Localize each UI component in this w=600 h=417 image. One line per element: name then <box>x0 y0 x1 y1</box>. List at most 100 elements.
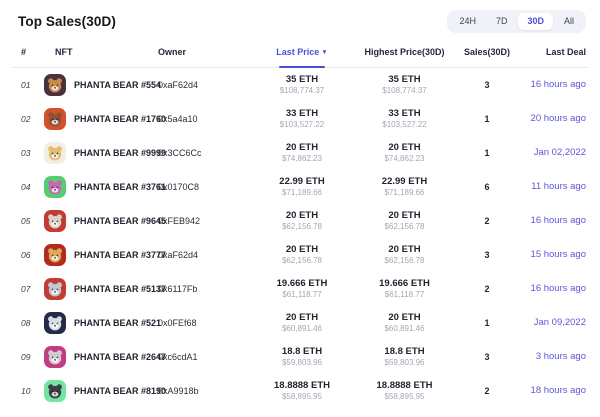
table-header-row: # NFT Owner Last Price▼ Highest Price(30… <box>12 37 588 68</box>
column-header-last-price[interactable]: Last Price▼ <box>252 47 352 58</box>
table-row[interactable]: 01 PHANTA BEAR #554 0xaF62d4 35 ETH $108… <box>12 68 588 102</box>
rank-cell: 01 <box>12 80 42 90</box>
nft-cell: PHANTA BEAR #1760 <box>42 108 154 130</box>
nft-avatar <box>44 74 66 96</box>
nft-name: PHANTA BEAR #3777 <box>74 250 166 260</box>
last-deal-link[interactable]: 18 hours ago <box>517 385 588 396</box>
last-deal-link[interactable]: 16 hours ago <box>517 215 588 226</box>
last-price-eth: 18.8 ETH <box>252 346 352 358</box>
rank-cell: 04 <box>12 182 42 192</box>
nft-name: PHANTA BEAR #2647 <box>74 352 166 362</box>
last-deal-link[interactable]: 16 hours ago <box>517 79 588 90</box>
filter-button-30d[interactable]: 30D <box>518 13 553 30</box>
rank-cell: 06 <box>12 250 42 260</box>
owner-cell: 0xA9918b <box>154 386 252 396</box>
last-price-usd: $62,156.78 <box>252 222 352 232</box>
top-sales-table: # NFT Owner Last Price▼ Highest Price(30… <box>12 37 588 408</box>
rank-cell: 05 <box>12 216 42 226</box>
highest-price-cell: 19.666 ETH $61,118.77 <box>352 278 457 300</box>
last-deal-link[interactable]: 20 hours ago <box>517 113 588 124</box>
rank-cell: 03 <box>12 148 42 158</box>
column-header-owner: Owner <box>154 47 252 58</box>
column-header-highest-price: Highest Price(30D) <box>352 47 457 58</box>
highest-price-eth: 35 ETH <box>352 74 457 86</box>
table-row[interactable]: 06 PHANTA BEAR #3777 0xaF62d4 20 ETH $62… <box>12 238 588 272</box>
last-price-cell: 18.8888 ETH $58,895.95 <box>252 380 352 402</box>
nft-name: PHANTA BEAR #8190 <box>74 386 166 396</box>
nft-avatar <box>44 380 66 402</box>
table-row[interactable]: 08 PHANTA BEAR #521 0x0FEf68 20 ETH $60,… <box>12 306 588 340</box>
last-deal-link[interactable]: 15 hours ago <box>517 249 588 260</box>
table-row[interactable]: 04 PHANTA BEAR #3761 0x0170C8 22.99 ETH … <box>12 170 588 204</box>
topbar: Top Sales(30D) 24H7D30DAll <box>12 0 588 37</box>
last-deal-link[interactable]: Jan 09,2022 <box>517 317 588 328</box>
highest-price-usd: $58,895.95 <box>352 392 457 402</box>
owner-cell: 0xaF62d4 <box>154 250 252 260</box>
nft-avatar <box>44 176 66 198</box>
highest-price-cell: 20 ETH $60,891.46 <box>352 312 457 334</box>
owner-cell: 0xFEB942 <box>154 216 252 226</box>
sales-cell: 2 <box>457 386 517 396</box>
highest-price-eth: 33 ETH <box>352 108 457 120</box>
last-deal-link[interactable]: 11 hours ago <box>517 181 588 192</box>
highest-price-usd: $62,156.78 <box>352 222 457 232</box>
sales-cell: 1 <box>457 148 517 158</box>
nft-name: PHANTA BEAR #9999 <box>74 148 166 158</box>
last-price-cell: 19.666 ETH $61,118.77 <box>252 278 352 300</box>
highest-price-cell: 18.8 ETH $59,803.96 <box>352 346 457 368</box>
highest-price-usd: $59,803.96 <box>352 358 457 368</box>
last-price-eth: 22.99 ETH <box>252 176 352 188</box>
last-price-usd: $61,118.77 <box>252 290 352 300</box>
table-row[interactable]: 05 PHANTA BEAR #9645 0xFEB942 20 ETH $62… <box>12 204 588 238</box>
highest-price-usd: $103,527.22 <box>352 120 457 130</box>
last-price-eth: 19.666 ETH <box>252 278 352 290</box>
table-row[interactable]: 10 PHANTA BEAR #8190 0xA9918b 18.8888 ET… <box>12 374 588 408</box>
nft-name: PHANTA BEAR #5137 <box>74 284 166 294</box>
time-range-filter-group: 24H7D30DAll <box>447 10 586 33</box>
highest-price-usd: $61,118.77 <box>352 290 457 300</box>
nft-cell: PHANTA BEAR #3761 <box>42 176 154 198</box>
table-row[interactable]: 02 PHANTA BEAR #1760 0x5a4a10 33 ETH $10… <box>12 102 588 136</box>
highest-price-eth: 18.8 ETH <box>352 346 457 358</box>
owner-cell: 0xc6cdA1 <box>154 352 252 362</box>
last-price-cell: 22.99 ETH $71,189.66 <box>252 176 352 198</box>
filter-button-all[interactable]: All <box>555 13 583 30</box>
sort-desc-icon: ▼ <box>321 49 327 56</box>
last-deal-link[interactable]: 16 hours ago <box>517 283 588 294</box>
nft-name: PHANTA BEAR #3761 <box>74 182 166 192</box>
rank-cell: 02 <box>12 114 42 124</box>
last-price-eth: 33 ETH <box>252 108 352 120</box>
nft-avatar <box>44 278 66 300</box>
highest-price-cell: 33 ETH $103,527.22 <box>352 108 457 130</box>
owner-cell: 0xaF62d4 <box>154 80 252 90</box>
last-price-cell: 33 ETH $103,527.22 <box>252 108 352 130</box>
nft-cell: PHANTA BEAR #8190 <box>42 380 154 402</box>
rank-cell: 07 <box>12 284 42 294</box>
owner-cell: 0x6117Fb <box>154 284 252 294</box>
nft-avatar <box>44 312 66 334</box>
highest-price-usd: $71,189.66 <box>352 188 457 198</box>
nft-cell: PHANTA BEAR #3777 <box>42 244 154 266</box>
highest-price-eth: 22.99 ETH <box>352 176 457 188</box>
rank-cell: 10 <box>12 386 42 396</box>
last-deal-link[interactable]: Jan 02,2022 <box>517 147 588 158</box>
last-price-usd: $71,189.66 <box>252 188 352 198</box>
column-header-sales: Sales(30D) <box>457 47 517 58</box>
table-row[interactable]: 03 PHANTA BEAR #9999 0x3CC6Cc 20 ETH $74… <box>12 136 588 170</box>
rank-cell: 08 <box>12 318 42 328</box>
table-row[interactable]: 09 PHANTA BEAR #2647 0xc6cdA1 18.8 ETH $… <box>12 340 588 374</box>
last-price-usd: $58,895.95 <box>252 392 352 402</box>
last-price-usd: $60,891.46 <box>252 324 352 334</box>
table-row[interactable]: 07 PHANTA BEAR #5137 0x6117Fb 19.666 ETH… <box>12 272 588 306</box>
sales-cell: 3 <box>457 352 517 362</box>
owner-cell: 0x0FEf68 <box>154 318 252 328</box>
nft-cell: PHANTA BEAR #9999 <box>42 142 154 164</box>
last-deal-link[interactable]: 3 hours ago <box>517 351 588 362</box>
last-price-usd: $108,774.37 <box>252 86 352 96</box>
nft-cell: PHANTA BEAR #554 <box>42 74 154 96</box>
column-header-rank: # <box>12 47 42 58</box>
owner-cell: 0x5a4a10 <box>154 114 252 124</box>
filter-button-24h[interactable]: 24H <box>450 13 485 30</box>
column-header-last-deal: Last Deal <box>517 47 588 58</box>
filter-button-7d[interactable]: 7D <box>487 13 517 30</box>
